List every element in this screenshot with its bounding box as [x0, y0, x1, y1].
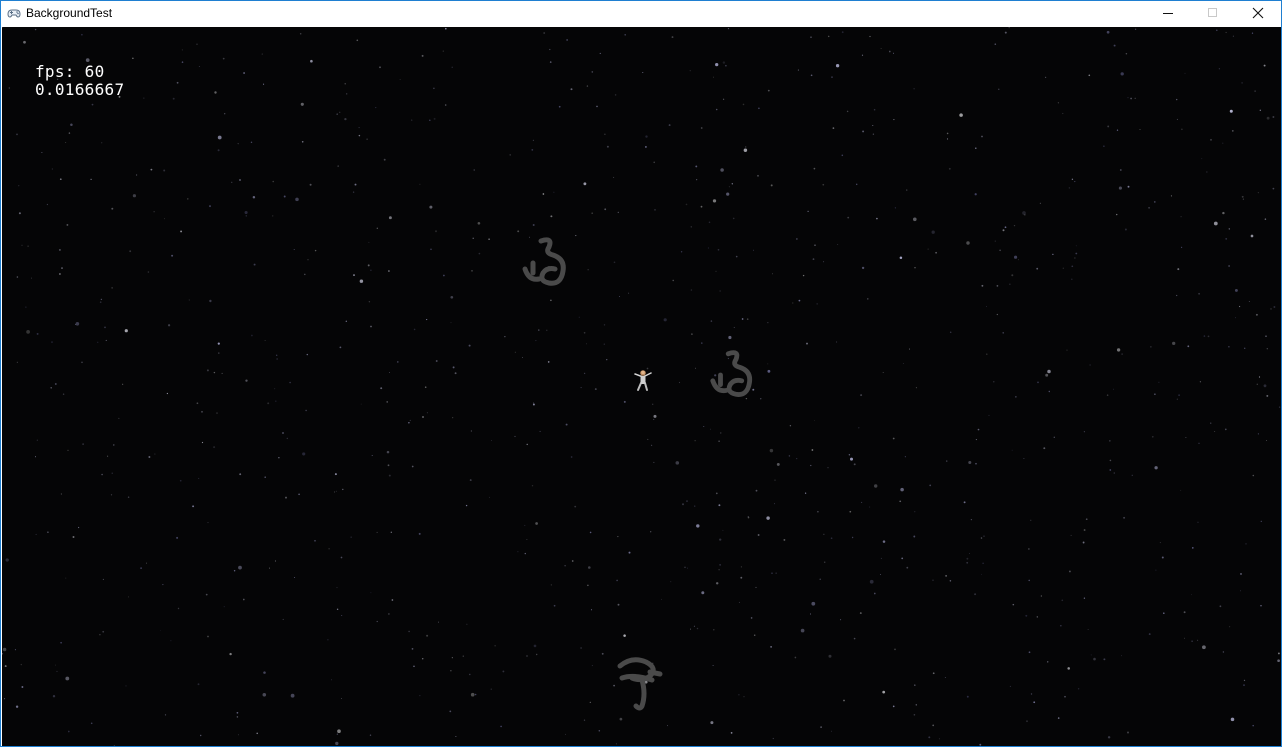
app-controller-icon	[6, 5, 22, 21]
maximize-icon	[1208, 8, 1217, 17]
scribble-glyph-icon	[617, 657, 663, 711]
window-title: BackgroundTest	[26, 6, 113, 20]
minimize-icon	[1163, 13, 1173, 14]
game-viewport[interactable]: fps: 60 0.0166667	[2, 27, 1281, 746]
maximize-button[interactable]	[1190, 1, 1236, 26]
debug-hud: fps: 60 0.0166667	[35, 63, 124, 99]
title-bar[interactable]: BackgroundTest	[1, 1, 1281, 26]
scribble-glyph-icon	[522, 237, 566, 286]
frame-time-readout: 0.0166667	[35, 80, 125, 99]
fps-counter: fps: 60	[35, 62, 105, 81]
close-icon	[1252, 7, 1264, 19]
minimize-button[interactable]	[1145, 1, 1191, 26]
astronaut-icon	[634, 370, 652, 391]
scribble-glyph-icon	[710, 350, 753, 397]
app-window: BackgroundTest fps: 60 0.0166667	[0, 0, 1282, 747]
close-button[interactable]	[1235, 1, 1281, 26]
